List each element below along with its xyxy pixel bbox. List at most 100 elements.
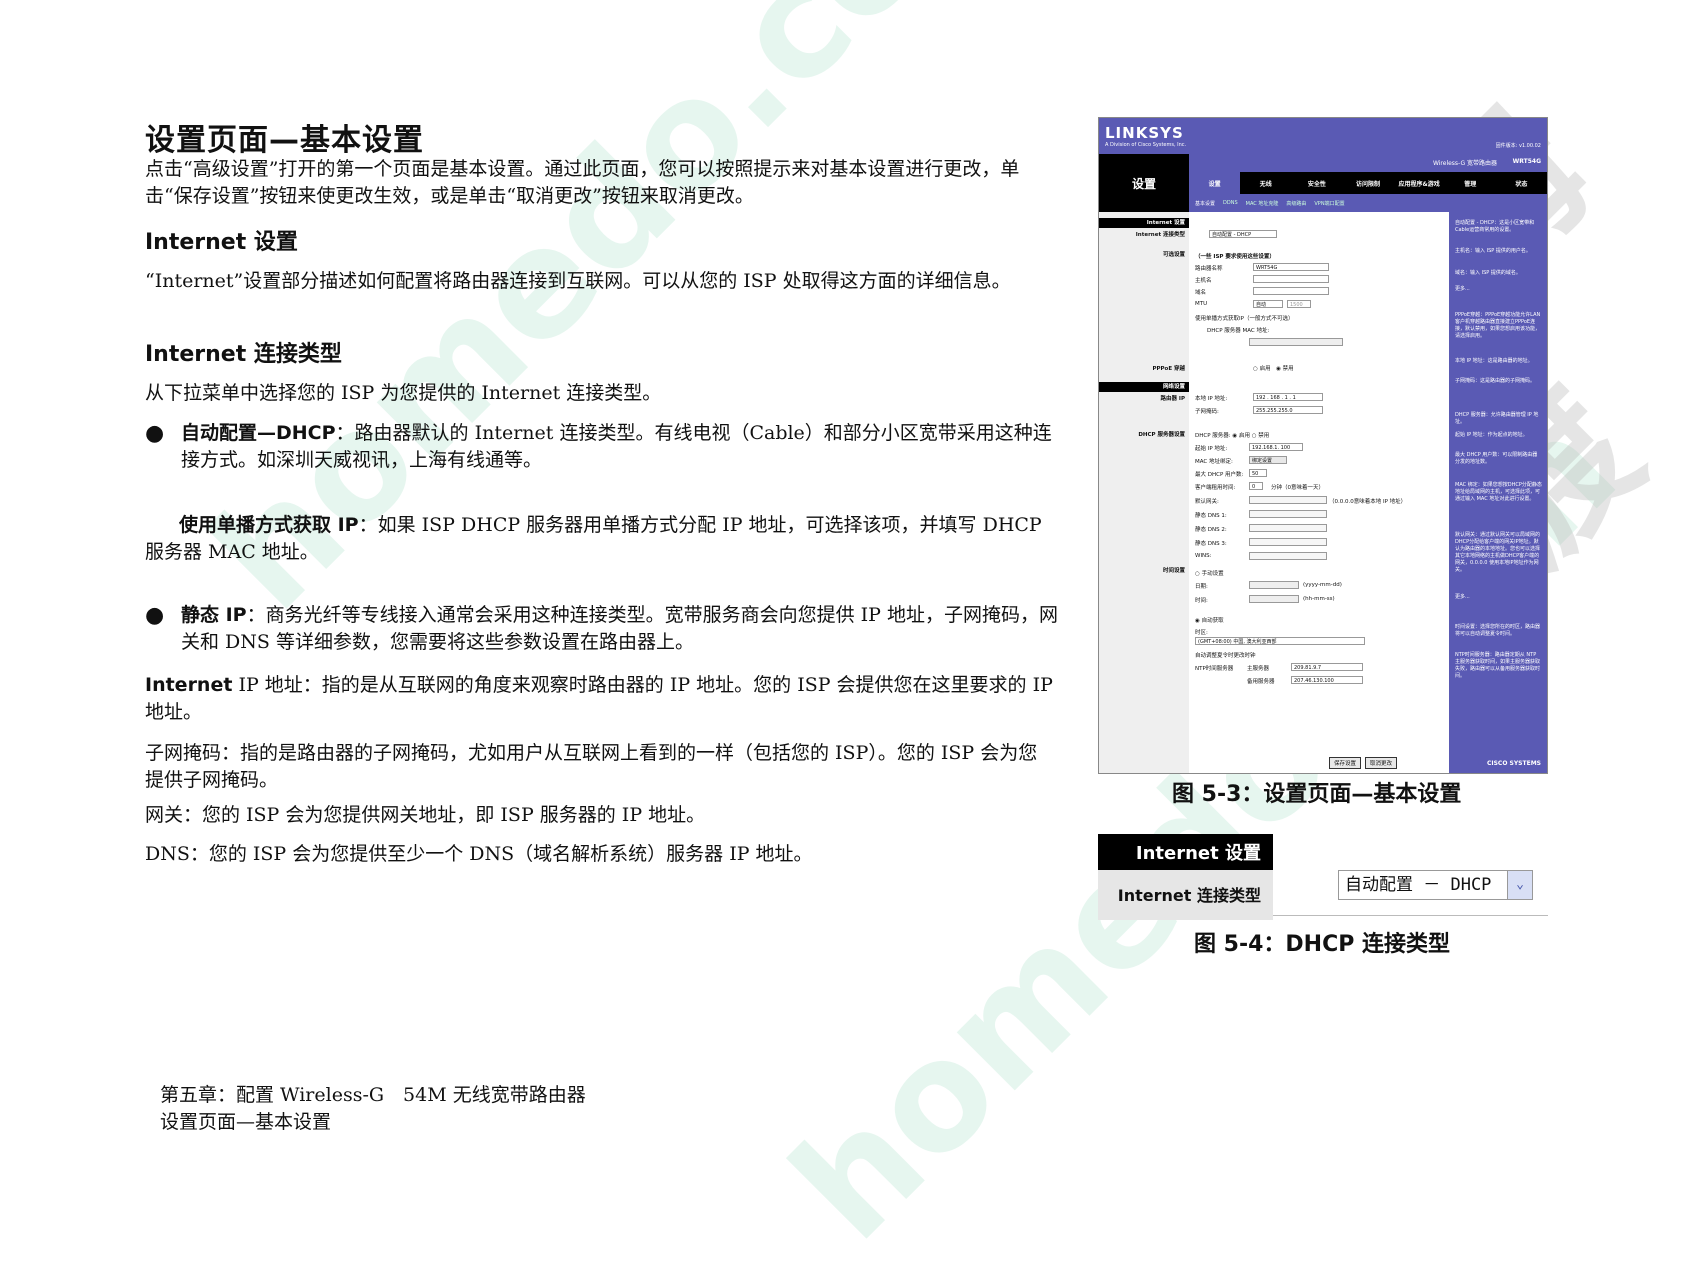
dhcp-mac-label: DHCP 服务器 MAC 地址:	[1207, 328, 1270, 334]
subtab-basic[interactable]: 基本设置	[1195, 200, 1215, 207]
ntp-label: NTP时间服务器	[1195, 666, 1234, 672]
tab-status[interactable]: 状态	[1496, 172, 1547, 194]
unicast-checkbox[interactable]: 使用单播方式获取IP（一般方式不可选）	[1195, 314, 1293, 322]
dns2-input[interactable]	[1249, 524, 1327, 532]
dhcp-server-row[interactable]: DHCP 服务器: ◉ 启用 ○ 禁用	[1195, 431, 1269, 439]
ntp-primary-input[interactable]: 209.81.9.7	[1291, 663, 1363, 671]
tz-label: 时区:	[1195, 630, 1208, 636]
chevron-down-icon[interactable]: ⌄	[1507, 871, 1532, 899]
domain-input[interactable]	[1253, 287, 1329, 295]
router-topbar: LINKSYS A Division of Cisco Systems, Inc.…	[1099, 118, 1547, 154]
conn-type-select[interactable]: 自动配置 - DHCP	[1209, 230, 1277, 238]
dhcp-figure: Internet 设置 Internet 连接类型 自动配置 － DHCP ⌄	[1098, 834, 1548, 920]
mac-bind-button[interactable]: 绑定设置	[1249, 456, 1287, 464]
router-tabs: 设置 无线 安全性 访问限制 应用程序&游戏 管理 状态	[1189, 172, 1547, 194]
router-buttons: 保存设置 取消更改	[1329, 757, 1398, 769]
mtu-size-input[interactable]: 1500	[1287, 300, 1311, 308]
subnet-select[interactable]: 255.255.255.0	[1253, 406, 1323, 414]
date-input[interactable]	[1249, 581, 1299, 589]
tab-setup[interactable]: 设置	[1189, 172, 1241, 194]
mtu-select[interactable]: 自动	[1253, 300, 1283, 308]
static-term: 静态 IP	[181, 604, 247, 626]
date-format: (yyyy-mm-dd)	[1303, 582, 1342, 588]
save-settings-button[interactable]: 保存设置	[1329, 757, 1362, 769]
tab-access[interactable]: 访问限制	[1342, 172, 1393, 194]
local-ip-input[interactable]: 192 . 168 . 1 . 1	[1253, 393, 1323, 401]
help-text: 子网掩码：这是路由器的子网掩码。	[1455, 378, 1536, 384]
help-more-link[interactable]: 更多...	[1455, 286, 1542, 293]
time-input[interactable]	[1249, 595, 1299, 603]
dst-checkbox[interactable]: 自动调整夏令时更改时钟	[1195, 651, 1256, 659]
label-dhcp: DHCP 服务器设置	[1138, 432, 1185, 438]
dns3-label: 静态 DNS 3:	[1195, 541, 1227, 547]
unicast-term: 使用单播方式获取 IP	[179, 514, 359, 536]
max-users-input[interactable]: 50	[1249, 469, 1267, 477]
model-name: WRT54G	[1512, 158, 1541, 165]
subtab-mac-clone[interactable]: MAC 地址克隆	[1246, 200, 1279, 207]
help-text: DHCP 服务器：允许路由器管理 IP 地址。	[1455, 412, 1539, 425]
dns1-input[interactable]	[1249, 510, 1327, 518]
domain-label: 域名	[1195, 290, 1207, 296]
wins-input[interactable]	[1249, 552, 1327, 560]
gateway-input[interactable]	[1249, 496, 1327, 504]
internet-settings-desc: “Internet”设置部分描述如何配置将路由器连接到互联网。可以从您的 ISP…	[145, 270, 1011, 292]
start-ip-label: 起始 IP 地址:	[1195, 446, 1228, 452]
tab-wireless[interactable]: 无线	[1240, 172, 1291, 194]
subtab-vpn[interactable]: VPN端口配置	[1314, 200, 1344, 207]
cancel-changes-button[interactable]: 取消更改	[1365, 757, 1398, 769]
time-label: 时间:	[1195, 598, 1208, 604]
timezone-select[interactable]: (GMT+08:00) 中国, 澳大利亚西部	[1195, 637, 1365, 645]
bullet-dot: ●	[145, 603, 165, 628]
help-text: 本地 IP 地址：这是路由器的地址。	[1455, 358, 1533, 364]
tab-apps[interactable]: 应用程序&游戏	[1394, 172, 1445, 194]
dhcp-mac-input[interactable]	[1249, 338, 1343, 346]
mtu-label: MTU	[1195, 301, 1208, 307]
label-conn-type: Internet 连接类型	[1135, 232, 1185, 238]
router-left-labels: Internet 设置 Internet 连接类型 可选设置 PPPoE 穿越 …	[1099, 212, 1189, 773]
host-name-input[interactable]	[1253, 275, 1329, 283]
router-name-input[interactable]: WRT54G	[1253, 263, 1329, 271]
help-more-link[interactable]: 更多...	[1455, 594, 1542, 601]
subnet-label: 子网掩码:	[1195, 409, 1219, 415]
linksys-logo: LINKSYS A Division of Cisco Systems, Inc.	[1105, 124, 1187, 148]
date-label: 日期:	[1195, 584, 1208, 590]
figure-5-3-caption: 图 5-3：设置页面—基本设置	[1172, 782, 1462, 807]
tab-admin[interactable]: 管理	[1445, 172, 1496, 194]
auto-radio[interactable]: ◉ 自动获取	[1195, 616, 1224, 624]
label-time: 时间设置	[1162, 568, 1185, 574]
dns3-input[interactable]	[1249, 538, 1327, 546]
lease-unit: 分钟（0意味着一天）	[1271, 485, 1324, 491]
connection-type-dropdown[interactable]: 自动配置 － DHCP ⌄	[1338, 870, 1533, 900]
firmware-version: 固件版本: v1.00.02	[1495, 143, 1541, 149]
pppoe-radios[interactable]: ○ 启用 ◉ 禁用	[1253, 364, 1294, 372]
subtab-ddns[interactable]: DDNS	[1223, 200, 1238, 206]
start-ip-input[interactable]: 192.168.1. 100	[1249, 443, 1303, 451]
manual-radio[interactable]: ○ 手动设置	[1195, 569, 1224, 577]
page-title: 设置页面—基本设置	[145, 123, 424, 158]
dns-paragraph: DNS：您的 ISP 会为您提供至少一个 DNS（域名解析系统）服务器 IP 地…	[145, 843, 813, 865]
label-router-ip: 路由器 IP	[1160, 396, 1186, 402]
gateway-label: 默认网关:	[1195, 499, 1219, 505]
cisco-logo: CISCO SYSTEMS	[1486, 760, 1541, 767]
connection-type-desc: 从下拉菜单中选择您的 ISP 为您提供的 Internet 连接类型。	[145, 382, 662, 404]
dns2-label: 静态 DNS 2:	[1195, 527, 1227, 533]
router-help-panel: 自动配置 - DHCP：这是小区宽带和Cable运营商常用的设置。 主机名：输入…	[1449, 212, 1547, 773]
router-subtabs: 基本设置 DDNS MAC 地址克隆 高级路由 VPN端口配置	[1189, 194, 1547, 212]
ip-desc: IP 地址：指的是从互联网的角度来观察时路由器的 IP 地址。您的 ISP 会提…	[145, 674, 1053, 723]
gateway-paragraph: 网关：您的 ISP 会为您提供网关地址，即 ISP 服务器的 IP 地址。	[145, 804, 706, 826]
router-header: 设置 Wireless-G 宽带路由器 WRT54G 设置 无线 安全性 访问限制…	[1099, 154, 1547, 212]
ip-term: Internet	[145, 674, 233, 696]
help-text: MAC 绑定：如果您想按DHCP分配静态地址给局域网的主机，可选择此项，可通过输…	[1455, 482, 1542, 502]
footer-section: 设置页面—基本设置	[160, 1111, 332, 1133]
label-internet-setup: Internet 设置	[1099, 218, 1189, 228]
footer-chapter: 第五章：配置 Wireless-G 54M 无线宽带路由器	[160, 1084, 586, 1106]
ntp-backup-input[interactable]: 207.46.130.100	[1291, 676, 1363, 684]
gateway-note: （0.0.0.0意味着本地 IP 地址）	[1329, 499, 1407, 505]
tab-security[interactable]: 安全性	[1291, 172, 1342, 194]
section-label: 设置	[1131, 176, 1156, 191]
product-name: Wireless-G 宽带路由器	[1432, 160, 1497, 167]
lease-input[interactable]: 0	[1249, 482, 1263, 490]
subtab-routing[interactable]: 高级路由	[1286, 200, 1306, 207]
router-name-label: 路由器名称	[1195, 266, 1223, 272]
help-text: 域名：输入 ISP 提供的域名。	[1455, 270, 1521, 276]
